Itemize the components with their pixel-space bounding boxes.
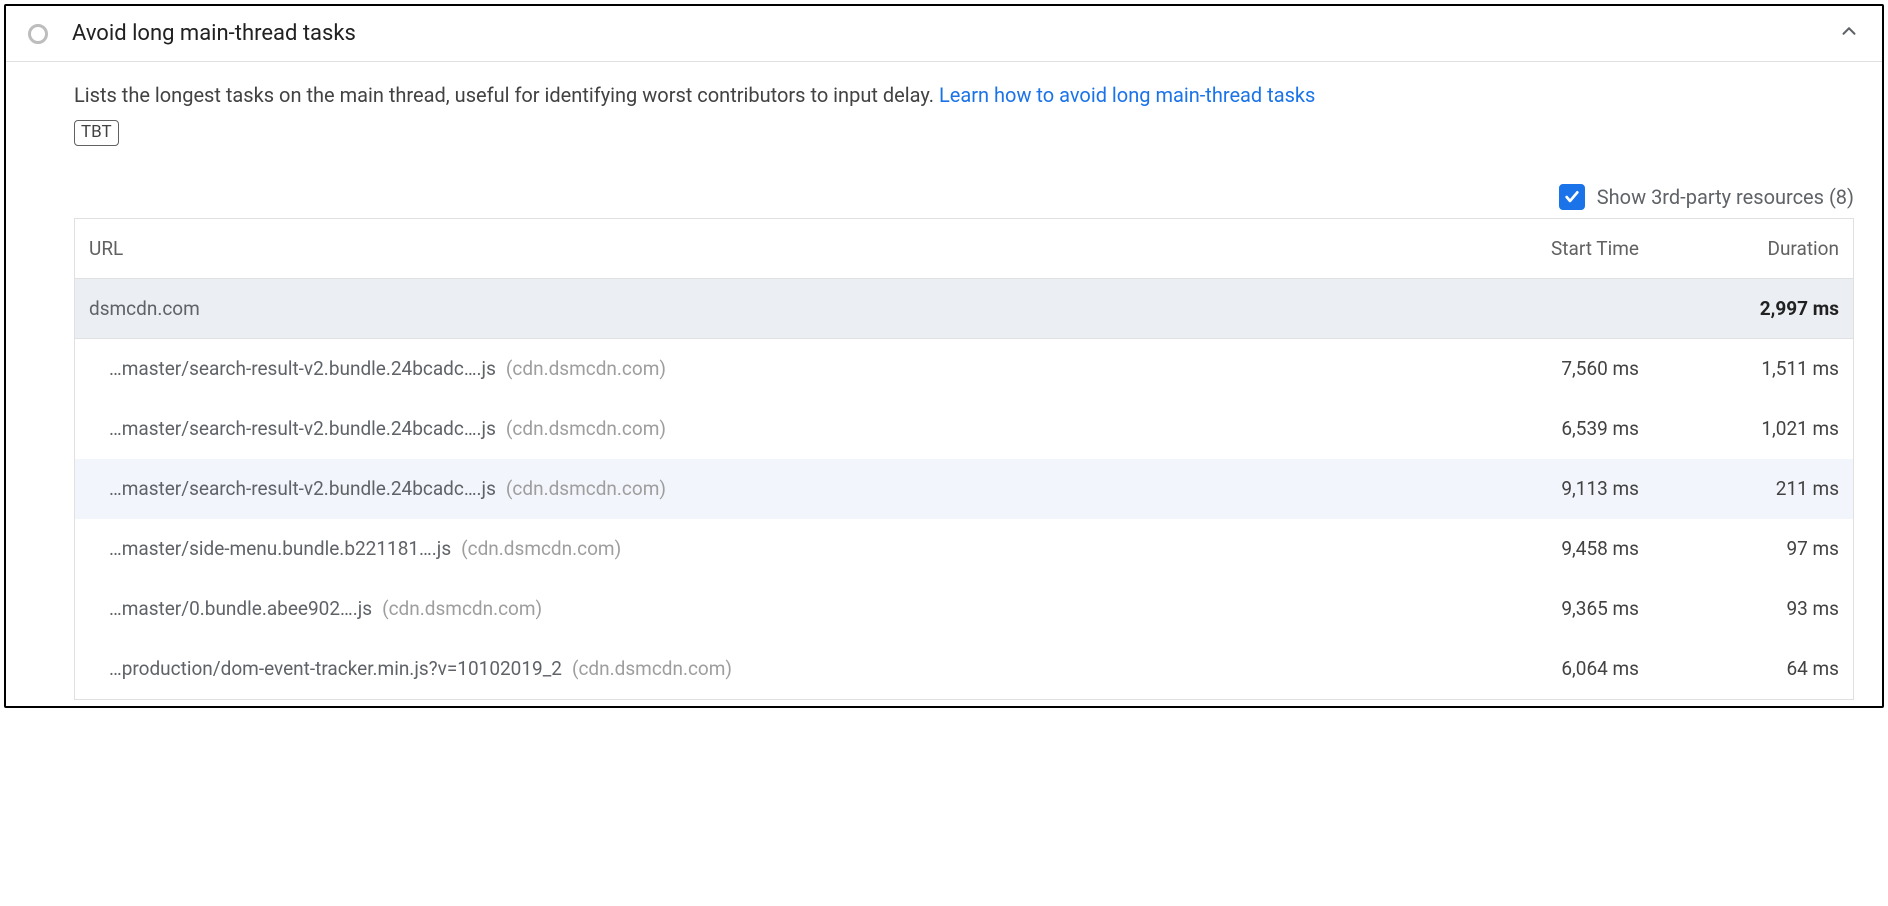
status-ring-icon xyxy=(28,24,48,44)
table-row[interactable]: …master/search-result-v2.bundle.24bcadc…… xyxy=(75,459,1853,519)
chevron-up-icon xyxy=(1838,20,1860,47)
audit-description: Lists the longest tasks on the main thre… xyxy=(74,80,1854,110)
row-duration: 1,021 ms xyxy=(1639,417,1839,440)
tasks-table: URL Start Time Duration dsmcdn.com 2,997… xyxy=(74,218,1854,700)
row-url-host: (cdn.dsmcdn.com) xyxy=(461,537,621,560)
row-url-path: …master/search-result-v2.bundle.24bcadc…… xyxy=(109,477,496,500)
row-duration: 93 ms xyxy=(1639,597,1839,620)
audit-header[interactable]: Avoid long main-thread tasks xyxy=(6,6,1882,61)
row-start-time: 6,064 ms xyxy=(1439,657,1639,680)
row-duration: 64 ms xyxy=(1639,657,1839,680)
third-party-toggle-row: Show 3rd-party resources (8) xyxy=(74,184,1854,210)
row-start-time: 9,365 ms xyxy=(1439,597,1639,620)
row-url-path: …master/search-result-v2.bundle.24bcadc…… xyxy=(109,417,496,440)
row-url: …master/search-result-v2.bundle.24bcadc…… xyxy=(109,357,1439,380)
table-row[interactable]: …production/dom-event-tracker.min.js?v=1… xyxy=(75,639,1853,699)
group-total: 2,997 ms xyxy=(1639,297,1839,320)
row-duration: 211 ms xyxy=(1639,477,1839,500)
row-start-time: 9,458 ms xyxy=(1439,537,1639,560)
row-url-host: (cdn.dsmcdn.com) xyxy=(572,657,732,680)
audit-body: Lists the longest tasks on the main thre… xyxy=(6,62,1882,706)
col-header-url: URL xyxy=(89,237,1439,260)
group-row[interactable]: dsmcdn.com 2,997 ms xyxy=(75,279,1853,339)
audit-title: Avoid long main-thread tasks xyxy=(72,21,1838,46)
row-url-path: …master/search-result-v2.bundle.24bcadc…… xyxy=(109,357,496,380)
group-start xyxy=(1439,297,1639,320)
col-header-start: Start Time xyxy=(1439,237,1639,260)
row-url: …production/dom-event-tracker.min.js?v=1… xyxy=(109,657,1439,680)
row-url: …master/search-result-v2.bundle.24bcadc…… xyxy=(109,417,1439,440)
learn-more-link[interactable]: Learn how to avoid long main-thread task… xyxy=(939,83,1315,107)
row-url: …master/0.bundle.abee902….js (cdn.dsmcdn.… xyxy=(109,597,1439,620)
row-url-host: (cdn.dsmcdn.com) xyxy=(506,477,666,500)
table-row[interactable]: …master/side-menu.bundle.b221181….js (cdn… xyxy=(75,519,1853,579)
row-duration: 1,511 ms xyxy=(1639,357,1839,380)
row-url-host: (cdn.dsmcdn.com) xyxy=(382,597,542,620)
audit-desc-text: Lists the longest tasks on the main thre… xyxy=(74,83,939,107)
table-row[interactable]: …master/0.bundle.abee902….js (cdn.dsmcdn.… xyxy=(75,579,1853,639)
group-name: dsmcdn.com xyxy=(89,297,1439,320)
third-party-label: Show 3rd-party resources (8) xyxy=(1597,185,1854,209)
row-start-time: 6,539 ms xyxy=(1439,417,1639,440)
table-row[interactable]: …master/search-result-v2.bundle.24bcadc…… xyxy=(75,339,1853,399)
col-header-duration: Duration xyxy=(1639,237,1839,260)
row-start-time: 9,113 ms xyxy=(1439,477,1639,500)
row-url-path: …master/0.bundle.abee902….js xyxy=(109,597,372,620)
metric-tag: TBT xyxy=(74,120,119,146)
row-duration: 97 ms xyxy=(1639,537,1839,560)
third-party-checkbox[interactable] xyxy=(1559,184,1585,210)
row-url-path: …master/side-menu.bundle.b221181….js xyxy=(109,537,451,560)
row-url: …master/search-result-v2.bundle.24bcadc…… xyxy=(109,477,1439,500)
row-url-host: (cdn.dsmcdn.com) xyxy=(506,417,666,440)
row-start-time: 7,560 ms xyxy=(1439,357,1639,380)
row-url-host: (cdn.dsmcdn.com) xyxy=(506,357,666,380)
row-url: …master/side-menu.bundle.b221181….js (cdn… xyxy=(109,537,1439,560)
row-url-path: …production/dom-event-tracker.min.js?v=1… xyxy=(109,657,562,680)
audit-panel: Avoid long main-thread tasks Lists the l… xyxy=(4,4,1884,708)
table-header-row: URL Start Time Duration xyxy=(75,219,1853,279)
table-row[interactable]: …master/search-result-v2.bundle.24bcadc…… xyxy=(75,399,1853,459)
